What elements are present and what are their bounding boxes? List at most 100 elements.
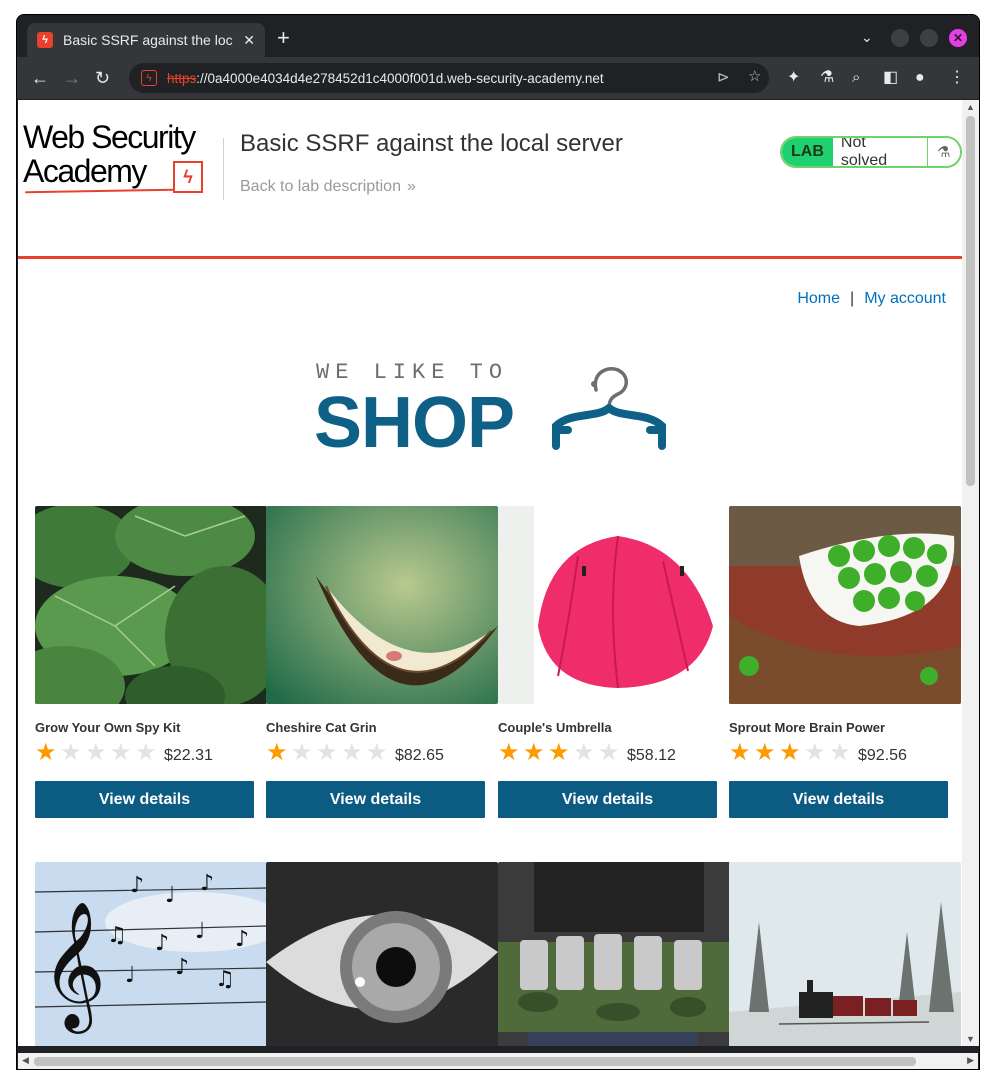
product-price: $82.65: [395, 747, 444, 764]
not-secure-icon[interactable]: ϟ: [141, 70, 157, 86]
header-divider: [223, 138, 224, 200]
svg-text:♪: ♪: [200, 871, 214, 896]
forward-arrow-icon[interactable]: →: [63, 68, 81, 88]
maximize-button[interactable]: [920, 29, 938, 47]
zoom-search-icon[interactable]: ⌕: [852, 68, 860, 88]
product-card: 𝄞 ♪ ♩ ♪ ♫ ♪ ♩ ♪ ♩ ♪ ♫: [35, 862, 267, 1046]
scroll-down-arrow-icon[interactable]: ▼: [966, 1034, 975, 1044]
url-scheme: https: [167, 70, 197, 86]
product-rating: ★ ★ ★ ★ ★ $82.65: [266, 741, 498, 765]
star-empty-icon: ★: [316, 739, 338, 766]
browser-tab[interactable]: ϟ Basic SSRF against the loc ✕: [27, 23, 265, 57]
lightning-icon: ϟ: [37, 32, 53, 48]
lightning-logo-icon: ϟ: [173, 161, 203, 193]
lab-title: Basic SSRF against the local server: [240, 130, 623, 157]
chevron-down-icon[interactable]: ⌄: [861, 29, 873, 46]
nav-separator: |: [850, 290, 855, 307]
product-image-grin[interactable]: [266, 506, 498, 704]
banner-shop: SHOP: [314, 383, 515, 463]
bookmark-star-icon[interactable]: ☆: [748, 67, 761, 85]
home-link[interactable]: Home: [797, 290, 840, 307]
scroll-left-arrow-icon[interactable]: ◀: [22, 1055, 29, 1066]
product-card: [266, 862, 498, 1046]
close-tab-icon[interactable]: ✕: [243, 32, 255, 49]
product-card: Couple's Umbrella ★ ★ ★ ★ ★ $58.12 View detai…: [498, 506, 730, 818]
hanger-icon: [552, 367, 666, 450]
product-image-beer-belt[interactable]: [498, 862, 730, 1046]
star-empty-icon: ★: [85, 739, 107, 766]
my-account-link[interactable]: My account: [864, 290, 946, 307]
product-card: Grow Your Own Spy Kit ★ ★ ★ ★ ★ $22.31 View d…: [35, 506, 267, 818]
svg-text:♪: ♪: [130, 873, 144, 898]
lab-status-widget: LAB Not solved ⚗: [780, 136, 962, 168]
product-rating: ★ ★ ★ ★ ★ $58.12: [498, 741, 730, 765]
back-to-lab-link[interactable]: Back to lab description »: [240, 178, 416, 196]
new-tab-button[interactable]: +: [277, 27, 290, 49]
scroll-up-arrow-icon[interactable]: ▲: [966, 102, 975, 112]
star-empty-icon: ★: [366, 739, 388, 766]
view-details-button[interactable]: View details: [266, 781, 485, 818]
star-filled-icon: ★: [266, 739, 288, 766]
star-empty-icon: ★: [60, 739, 82, 766]
star-filled-icon: ★: [498, 739, 520, 766]
browser-toolbar: ← → ↻ ϟ https://0a4000e4034d4e278452d1c4…: [17, 57, 979, 99]
tab-strip: ϟ Basic SSRF against the loc ✕ + ⌄ ✕: [17, 15, 979, 57]
back-arrow-icon[interactable]: ←: [31, 68, 49, 88]
product-price: $22.31: [164, 747, 213, 764]
lab-badge: LAB: [782, 138, 833, 166]
view-details-button[interactable]: View details: [35, 781, 254, 818]
product-image-leaves[interactable]: [35, 506, 267, 704]
web-security-academy-logo[interactable]: Web Security Academy ϟ: [23, 120, 223, 194]
minimize-button[interactable]: [891, 29, 909, 47]
product-image-eye[interactable]: [266, 862, 498, 1046]
star-filled-icon: ★: [523, 739, 545, 766]
product-image-sprouts[interactable]: [729, 506, 961, 704]
star-filled-icon: ★: [35, 739, 57, 766]
star-empty-icon: ★: [829, 739, 851, 766]
view-details-button[interactable]: View details: [729, 781, 948, 818]
vertical-scroll-thumb[interactable]: [966, 116, 975, 486]
address-bar[interactable]: ϟ https://0a4000e4034d4e278452d1c4000f00…: [129, 63, 769, 93]
star-empty-icon: ★: [598, 739, 620, 766]
reload-icon[interactable]: ↻: [95, 68, 110, 88]
url-host: ://0a4000e4034d4e278452d1c4000f001d.web-…: [196, 70, 604, 86]
svg-text:♫: ♫: [215, 967, 235, 992]
browser-window: ϟ Basic SSRF against the loc ✕ + ⌄ ✕ ← →…: [16, 14, 980, 1070]
star-empty-icon: ★: [135, 739, 157, 766]
product-card: [729, 862, 961, 1046]
scroll-right-arrow-icon[interactable]: ▶: [967, 1055, 974, 1066]
product-rating: ★ ★ ★ ★ ★ $92.56: [729, 741, 961, 765]
svg-text:♪: ♪: [235, 927, 249, 952]
star-empty-icon: ★: [291, 739, 313, 766]
star-empty-icon: ★: [804, 739, 826, 766]
flask-extension-icon[interactable]: ⚗: [820, 68, 834, 88]
page-viewport: Web Security Academy ϟ Basic SSRF agains…: [18, 100, 962, 1046]
logo-underline: [24, 188, 176, 194]
product-image-music-notes[interactable]: 𝄞 ♪ ♩ ♪ ♫ ♪ ♩ ♪ ♩ ♪ ♫: [35, 862, 267, 1046]
side-panel-icon[interactable]: ◧: [883, 68, 898, 88]
vertical-scrollbar[interactable]: ▲ ▼: [962, 100, 979, 1046]
horizontal-scrollbar[interactable]: ◀ ▶: [18, 1053, 978, 1069]
extensions-icon[interactable]: ✦: [787, 68, 800, 88]
svg-text:♪: ♪: [155, 931, 169, 956]
star-filled-icon: ★: [754, 739, 776, 766]
product-name: Grow Your Own Spy Kit: [35, 720, 181, 735]
star-filled-icon: ★: [779, 739, 801, 766]
svg-text:♩: ♩: [165, 883, 175, 908]
view-details-button[interactable]: View details: [498, 781, 717, 818]
star-empty-icon: ★: [110, 739, 132, 766]
product-card: Sprout More Brain Power ★ ★ ★ ★ ★ $92.56 View…: [729, 506, 961, 818]
flask-icon: ⚗: [927, 138, 960, 166]
star-filled-icon: ★: [729, 739, 751, 766]
product-name: Sprout More Brain Power: [729, 720, 886, 735]
horizontal-scroll-thumb[interactable]: [34, 1057, 916, 1066]
close-window-button[interactable]: ✕: [949, 29, 967, 47]
send-icon[interactable]: ⊳: [717, 68, 730, 86]
svg-text:𝄞: 𝄞: [41, 900, 106, 1034]
product-image-train[interactable]: [729, 862, 961, 1046]
header-red-rule: [18, 256, 962, 259]
product-image-umbrella[interactable]: [498, 506, 730, 704]
more-menu-icon[interactable]: ⋮: [949, 68, 965, 88]
product-card: [498, 862, 730, 1046]
profile-icon[interactable]: ●: [915, 68, 925, 88]
